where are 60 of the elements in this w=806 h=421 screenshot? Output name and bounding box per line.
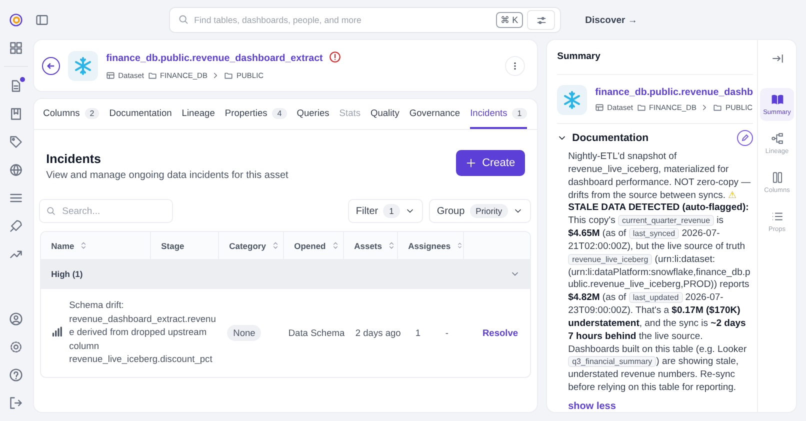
group-header[interactable]: High (1) [41,259,530,289]
tab[interactable]: Queries [296,99,330,129]
folder-icon [636,103,646,112]
back-button[interactable] [42,56,60,74]
documentation-heading[interactable]: Documentation [572,132,732,144]
filter-dropdown[interactable]: Filter 1 [348,199,423,223]
show-less-link[interactable]: show less [568,401,616,412]
category-cell-text: Data Schema [288,328,346,338]
lineage-icon [770,132,784,145]
columns-icon [770,171,784,184]
opened-cell-text: 2 days ago [355,328,402,338]
edit-button[interactable] [737,130,753,146]
tab[interactable]: Governance [409,99,460,129]
sort-icon [79,241,88,250]
search-field[interactable]: Search... [39,199,174,223]
tab[interactable]: Documentation [109,99,172,129]
assets-cell-text: 1 [415,328,422,338]
table-icon [595,103,604,112]
sidebar-toggle-icon[interactable] [35,13,50,27]
collapse-panel-icon [770,52,784,65]
sliders-icon [536,14,547,26]
tab[interactable]: Lineage [182,99,215,129]
create-button[interactable]: Create [456,150,526,176]
snowflake-icon [68,50,98,80]
asset-title[interactable]: finance_db.public.revenue_dashb [595,87,753,98]
arrow-left-icon [46,60,56,70]
folder-icon [224,71,234,80]
section-title: Incidents [46,152,102,166]
folder-icon [148,71,157,80]
search-icon [46,206,56,216]
filter-settings-button[interactable] [527,10,556,30]
documentation-text: Nightly-ETL'd snapshot of revenue_live_iceberg, materialized for dashboard performance. NOT zero-copy — drifts from the source between syncs. ⚠ STALE DATA DETECTED (auto-flagged): This copy's current_quarter_revenue is $4.65M (as of last_synced 2026-07-21T02:00:00Z), but the live source of truth revenue_live_iceberg (urn:li:dataset:(urn:li:dataPlatform:snowflake,finance_db.public.revenue_live_iceberg,PROD)) reports $4.82M (as of last_updated 2026-07-23T09:00:00Z). That's a $0.17M ($170K) understatement, and the sync is ~2 days 7 hours behind the live source. Dashboards built on this table (e.g. Looker q3_financial_summary ) are showing stale, understated revenue numbers. Re-sync before relying on this table for reporting. [568,150,752,395]
stage-tag: None [227,324,262,341]
tab[interactable]: Quality [370,99,400,129]
resolve-button[interactable]: Resolve [482,328,518,338]
shortcut-hint: ⌘ K [496,12,524,28]
group-dropdown[interactable]: Group Priority [428,199,532,223]
sort-icon [387,241,396,250]
incident-name[interactable]: Schema drift: revenue_dashboard_extract.revenue derived from dropped upstream column revenue_live_iceberg.discount_pct [69,299,220,366]
tab[interactable]: Properties 4 [224,99,287,129]
snowflake-icon [557,84,588,115]
panel-title: Summary [557,50,602,64]
sort-icon [330,241,340,250]
assignees-cell-text: - [445,328,450,338]
warning-icon [328,51,341,63]
tab[interactable]: Columns 2 [43,99,100,129]
sort-icon [270,241,280,250]
search-icon [178,14,190,25]
section-subtitle: View and manage ongoing data incidents for this asset [46,170,290,181]
book-icon [770,93,784,106]
list-icon [770,210,784,223]
folder-icon [713,103,722,112]
pencil-icon [741,134,749,142]
table-icon [106,71,116,80]
priority-bars-icon [51,326,64,338]
tab[interactable]: Incidents 1 [470,99,527,129]
plus-icon [466,158,476,168]
discover-link[interactable]: Discover → [585,14,638,26]
asset-title[interactable]: finance_db.public.revenue_dashboard_extract [106,53,323,64]
sort-icon [456,241,464,250]
